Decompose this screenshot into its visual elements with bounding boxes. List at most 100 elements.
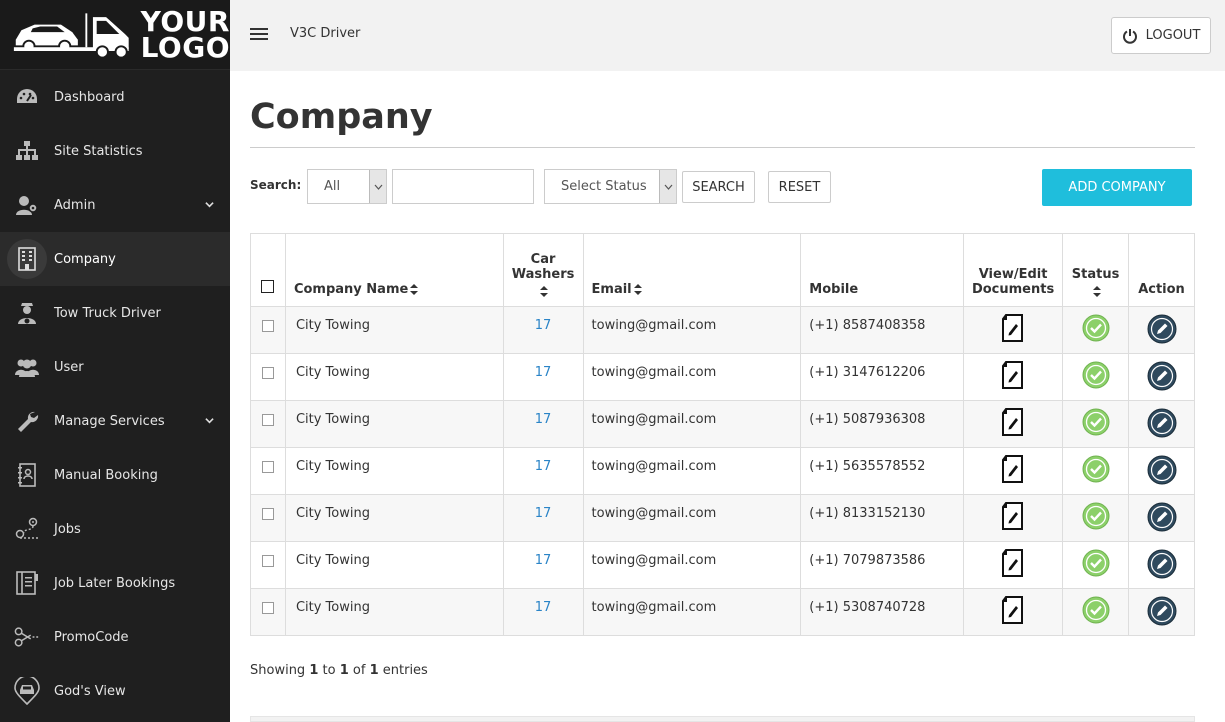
status-active-icon[interactable] [1062,541,1130,589]
edit-action-icon[interactable] [1128,541,1195,589]
route-icon [14,516,40,542]
chevron-down-icon [205,202,214,208]
sidebar-item-jobs[interactable]: Jobs [0,502,230,556]
company-name-cell: City Towing [284,447,504,495]
row-checkbox[interactable] [261,414,274,426]
edit-document-icon[interactable] [963,447,1064,495]
edit-action-icon[interactable] [1128,588,1195,636]
row-select-cell [250,400,286,448]
map-pin-car-icon [14,677,40,705]
sidebar-item-manual-booking[interactable]: Manual Booking [0,448,230,502]
add-company-button[interactable]: ADD COMPANY [1042,169,1192,206]
sidebar-item-manage-services[interactable]: Manage Services [0,394,230,448]
table-body: City Towing 17 towing@gmail.com (+1) 858740… [250,306,1195,636]
status-active-icon[interactable] [1062,306,1130,354]
row-select-cell [250,306,286,354]
wrench-icon [14,408,40,434]
sidebar-item-label: PromoCode [54,629,129,645]
power-icon [1122,28,1137,44]
status-active-icon[interactable] [1062,447,1130,495]
sidebar-item-promocode[interactable]: PromoCode [0,610,230,664]
company-name-cell: City Towing [284,353,504,401]
column-header-action: Action [1128,233,1195,307]
edit-action-icon[interactable] [1128,494,1195,542]
car-washers-link[interactable]: 17 [502,588,584,636]
sidebar-item-label: Site Statistics [54,143,143,159]
edit-action-icon[interactable] [1128,400,1195,448]
table-row: City Towing 17 towing@gmail.com (+1) 707987… [250,541,1195,589]
logo[interactable]: YOUR LOGO [0,0,230,70]
sort-icon [410,284,419,295]
edit-action-icon[interactable] [1128,447,1195,495]
company-name-cell: City Towing [284,400,504,448]
row-select-cell [250,588,286,636]
column-header-company-name[interactable]: Company Name [284,233,504,307]
edit-document-icon[interactable] [963,400,1064,448]
row-select-cell [250,353,286,401]
sort-icon [1092,286,1101,297]
edit-action-icon[interactable] [1128,353,1195,401]
sidebar-item-admin[interactable]: Admin [0,178,230,232]
status-active-icon[interactable] [1062,588,1130,636]
status-active-icon[interactable] [1062,400,1130,448]
sidebar-item-god-s-view[interactable]: God's View [0,664,230,718]
status-select[interactable]: Select Status [544,169,677,204]
car-washers-link[interactable]: 17 [502,353,584,401]
row-checkbox[interactable] [261,602,274,614]
status-active-icon[interactable] [1062,353,1130,401]
sitemap-icon [14,138,40,164]
row-checkbox[interactable] [261,320,274,332]
main-content: Company Search: All Select Status SEARCH… [250,71,1195,722]
edit-document-icon[interactable] [963,588,1064,636]
search-input[interactable] [392,169,534,204]
car-washers-link[interactable]: 17 [502,400,584,448]
table-row: City Towing 17 towing@gmail.com (+1) 563557… [250,447,1195,495]
edit-document-icon[interactable] [963,541,1064,589]
sidebar-item-site-statistics[interactable]: Site Statistics [0,124,230,178]
email-cell: towing@gmail.com [582,306,802,354]
row-checkbox[interactable] [261,508,274,520]
sidebar-item-label: Dashboard [54,89,125,105]
mobile-cell: (+1) 8133152130 [800,494,965,542]
column-header-car-washers[interactable]: Car Washers [502,233,584,307]
column-header-email[interactable]: Email [582,233,802,307]
logout-button[interactable]: LOGOUT [1111,17,1211,54]
car-washers-link[interactable]: 17 [502,494,584,542]
edit-document-icon[interactable] [963,306,1064,354]
sidebar-item-dashboard[interactable]: Dashboard [0,70,230,124]
users-icon [14,354,40,380]
sidebar-item-tow-truck-driver[interactable]: Tow Truck Driver [0,286,230,340]
row-select-cell [250,494,286,542]
top-bar: V3C Driver LOGOUT [230,0,1225,71]
edit-action-icon[interactable] [1128,306,1195,354]
table-row: City Towing 17 towing@gmail.com (+1) 314761… [250,353,1195,401]
mobile-cell: (+1) 7079873586 [800,541,965,589]
column-header-status[interactable]: Status [1062,233,1130,307]
sidebar-item-company[interactable]: Company [0,232,230,286]
email-cell: towing@gmail.com [582,353,802,401]
search-field-select[interactable]: All [307,169,387,204]
sidebar-item-job-later-bookings[interactable]: Job Later Bookings [0,556,230,610]
company-name-cell: City Towing [284,541,504,589]
status-active-icon[interactable] [1062,494,1130,542]
car-washers-link[interactable]: 17 [502,306,584,354]
row-checkbox[interactable] [261,555,274,567]
sidebar-item-label: Manual Booking [54,467,158,483]
select-all-checkbox[interactable] [261,280,275,293]
row-checkbox[interactable] [261,367,274,379]
edit-document-icon[interactable] [963,353,1064,401]
search-button[interactable]: SEARCH [682,171,755,203]
car-washers-link[interactable]: 17 [502,447,584,495]
search-label: Search: [250,178,302,192]
reset-button[interactable]: RESET [768,171,831,203]
edit-document-icon[interactable] [963,494,1064,542]
column-header-documents: View/Edit Documents [963,233,1064,307]
hamburger-menu-icon[interactable] [250,28,268,40]
row-checkbox[interactable] [261,461,274,473]
car-washers-link[interactable]: 17 [502,541,584,589]
email-cell: towing@gmail.com [582,400,802,448]
notebook-icon [14,462,40,488]
scissors-icon [14,624,40,650]
sidebar-item-label: Admin [54,197,96,213]
sidebar-item-user[interactable]: User [0,340,230,394]
